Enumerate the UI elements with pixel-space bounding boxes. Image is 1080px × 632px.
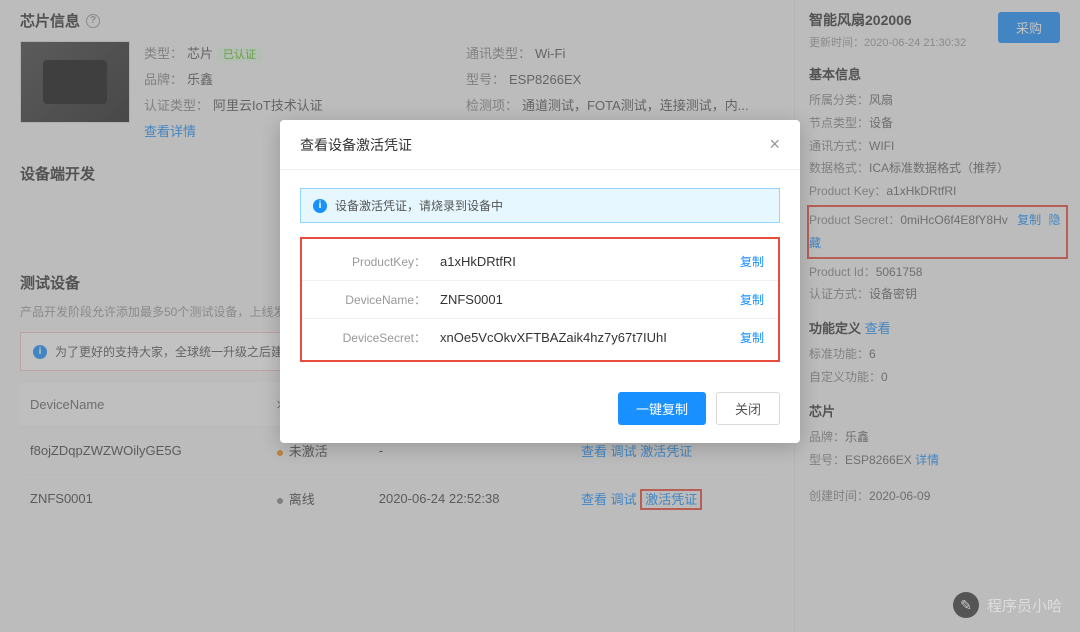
close-button[interactable]: 关闭	[716, 392, 780, 425]
copy-link[interactable]: 复制	[740, 329, 764, 346]
cred-row: DeviceName： ZNFS0001 复制	[302, 280, 778, 318]
cred-row: DeviceSecret： xnOe5VcOkvXFTBAZaik4hz7y67…	[302, 318, 778, 356]
copy-all-button[interactable]: 一键复制	[618, 392, 706, 425]
info-icon: i	[313, 199, 327, 213]
watermark: ✎ 程序员小哈	[953, 592, 1062, 618]
credentials-modal: 查看设备激活凭证 × i 设备激活凭证，请烧录到设备中 ProductKey： …	[280, 120, 800, 443]
credentials-box: ProductKey： a1xHkDRtfRI 复制 DeviceName： Z…	[300, 237, 780, 362]
cred-row: ProductKey： a1xHkDRtfRI 复制	[302, 243, 778, 280]
wechat-icon: ✎	[953, 592, 979, 618]
modal-mask: 查看设备激活凭证 × i 设备激活凭证，请烧录到设备中 ProductKey： …	[0, 0, 1080, 632]
modal-alert: i 设备激活凭证，请烧录到设备中	[300, 188, 780, 223]
close-icon[interactable]: ×	[769, 134, 780, 155]
copy-link[interactable]: 复制	[740, 291, 764, 308]
copy-link[interactable]: 复制	[740, 253, 764, 270]
modal-title: 查看设备激活凭证	[300, 135, 412, 155]
